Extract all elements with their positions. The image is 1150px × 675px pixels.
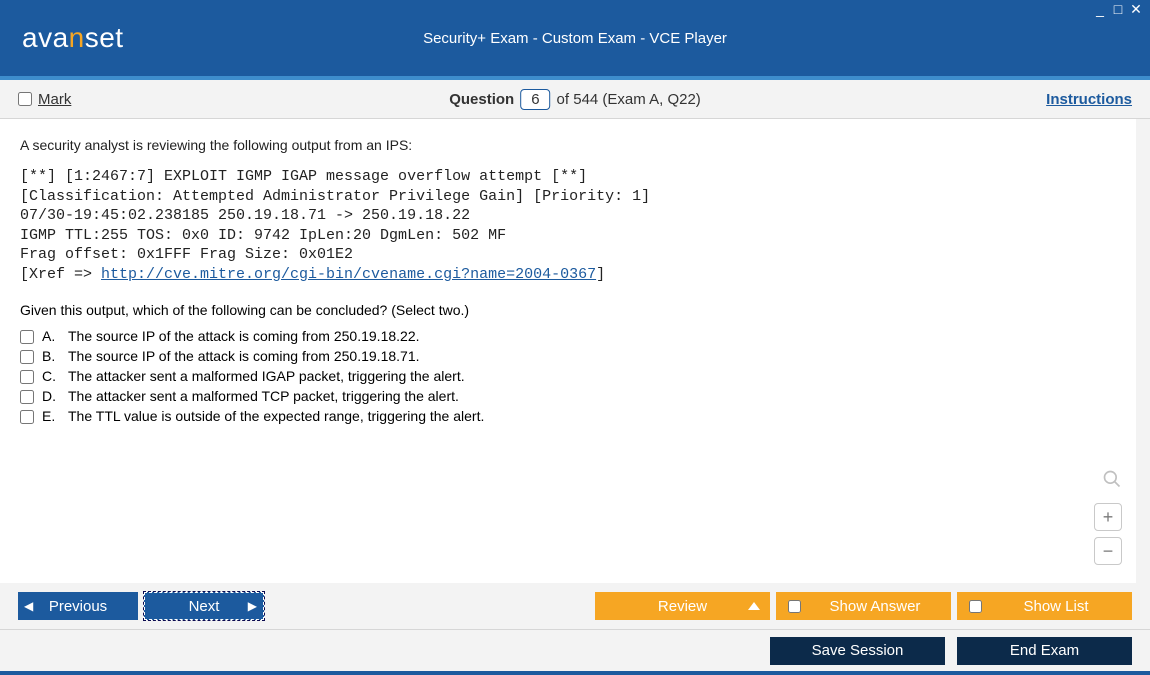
option-text: The attacker sent a malformed IGAP packe…	[68, 368, 465, 384]
save-session-button[interactable]: Save Session	[770, 637, 945, 665]
answer-option[interactable]: B. The source IP of the attack is coming…	[20, 348, 1116, 364]
option-text: The source IP of the attack is coming fr…	[68, 328, 420, 344]
zoom-tools: + −	[1094, 465, 1122, 565]
triangle-up-icon	[748, 602, 760, 610]
mark-checkbox[interactable]	[18, 92, 32, 106]
mark-label[interactable]: Mark	[38, 91, 71, 108]
answer-options: A. The source IP of the attack is coming…	[20, 328, 1116, 424]
question-intro: A security analyst is reviewing the foll…	[20, 137, 1116, 153]
option-text: The source IP of the attack is coming fr…	[68, 348, 420, 364]
question-indicator: Question 6 of 544 (Exam A, Q22)	[449, 89, 701, 110]
show-answer-label: Show Answer	[811, 598, 939, 615]
option-checkbox[interactable]	[20, 370, 34, 384]
answer-option[interactable]: E. The TTL value is outside of the expec…	[20, 408, 1116, 424]
question-infobar: Mark Question 6 of 544 (Exam A, Q22) Ins…	[0, 80, 1150, 119]
code-line: [**] [1:2467:7] EXPLOIT IGMP IGAP messag…	[20, 168, 587, 185]
zoom-in-button[interactable]: +	[1094, 503, 1122, 531]
option-checkbox[interactable]	[20, 350, 34, 364]
option-checkbox[interactable]	[20, 390, 34, 404]
show-answer-button[interactable]: Show Answer	[776, 592, 951, 620]
next-button[interactable]: Next ▶	[144, 592, 264, 620]
question-prompt: Given this output, which of the followin…	[20, 302, 1116, 318]
review-label: Review	[658, 598, 707, 615]
chevron-right-icon: ▶	[248, 599, 257, 613]
close-icon[interactable]: ✕	[1128, 2, 1144, 16]
nav-bar: ◀ Previous Next ▶ Review Show Answer Sho…	[0, 583, 1150, 629]
footer-accent	[0, 671, 1150, 675]
answer-option[interactable]: C. The attacker sent a malformed IGAP pa…	[20, 368, 1116, 384]
option-checkbox[interactable]	[20, 330, 34, 344]
show-list-button[interactable]: Show List	[957, 592, 1132, 620]
minimize-icon[interactable]: _	[1092, 2, 1108, 16]
option-letter: B.	[42, 348, 60, 364]
mark-wrap[interactable]: Mark	[18, 91, 71, 108]
magnifier-icon[interactable]	[1094, 465, 1122, 493]
previous-label: Previous	[49, 598, 107, 615]
show-list-label: Show List	[992, 598, 1120, 615]
window-controls: _ □ ✕	[1092, 2, 1144, 16]
code-line: Frag offset: 0x1FFF Frag Size: 0x01E2	[20, 246, 353, 263]
question-number: 6	[520, 89, 550, 110]
code-line-suffix: ]	[596, 266, 605, 283]
answer-option[interactable]: D. The attacker sent a malformed TCP pac…	[20, 388, 1116, 404]
titlebar: avanset Security+ Exam - Custom Exam - V…	[0, 0, 1150, 80]
question-total: of 544 (Exam A, Q22)	[557, 91, 701, 108]
chevron-left-icon: ◀	[24, 599, 33, 613]
logo-part-b: set	[85, 22, 124, 54]
app-logo: avanset	[22, 22, 124, 54]
bottom-bar: Save Session End Exam	[0, 629, 1150, 671]
option-letter: D.	[42, 388, 60, 404]
app-title: Security+ Exam - Custom Exam - VCE Playe…	[423, 30, 727, 47]
answer-option[interactable]: A. The source IP of the attack is coming…	[20, 328, 1116, 344]
question-label: Question	[449, 91, 514, 108]
end-exam-button[interactable]: End Exam	[957, 637, 1132, 665]
code-line: [Classification: Attempted Administrator…	[20, 188, 650, 205]
option-text: The TTL value is outside of the expected…	[68, 408, 484, 424]
option-letter: E.	[42, 408, 60, 424]
option-checkbox[interactable]	[20, 410, 34, 424]
code-line-prefix: [Xref =>	[20, 266, 101, 283]
maximize-icon[interactable]: □	[1110, 2, 1126, 16]
code-line: 07/30-19:45:02.238185 250.19.18.71 -> 25…	[20, 207, 470, 224]
ips-output: [**] [1:2467:7] EXPLOIT IGMP IGAP messag…	[20, 167, 1116, 284]
code-line: IGMP TTL:255 TOS: 0x0 ID: 9742 IpLen:20 …	[20, 227, 506, 244]
option-letter: C.	[42, 368, 60, 384]
show-answer-checkbox[interactable]	[788, 600, 801, 613]
option-letter: A.	[42, 328, 60, 344]
review-button[interactable]: Review	[595, 592, 770, 620]
instructions-link[interactable]: Instructions	[1046, 91, 1132, 108]
next-label: Next	[189, 598, 220, 615]
previous-button[interactable]: ◀ Previous	[18, 592, 138, 620]
logo-part-a: ava	[22, 22, 69, 54]
question-area: A security analyst is reviewing the foll…	[0, 119, 1150, 583]
xref-link[interactable]: http://cve.mitre.org/cgi-bin/cvename.cgi…	[101, 266, 596, 283]
logo-part-n: n	[69, 22, 85, 54]
option-text: The attacker sent a malformed TCP packet…	[68, 388, 459, 404]
zoom-out-button[interactable]: −	[1094, 537, 1122, 565]
show-list-checkbox[interactable]	[969, 600, 982, 613]
